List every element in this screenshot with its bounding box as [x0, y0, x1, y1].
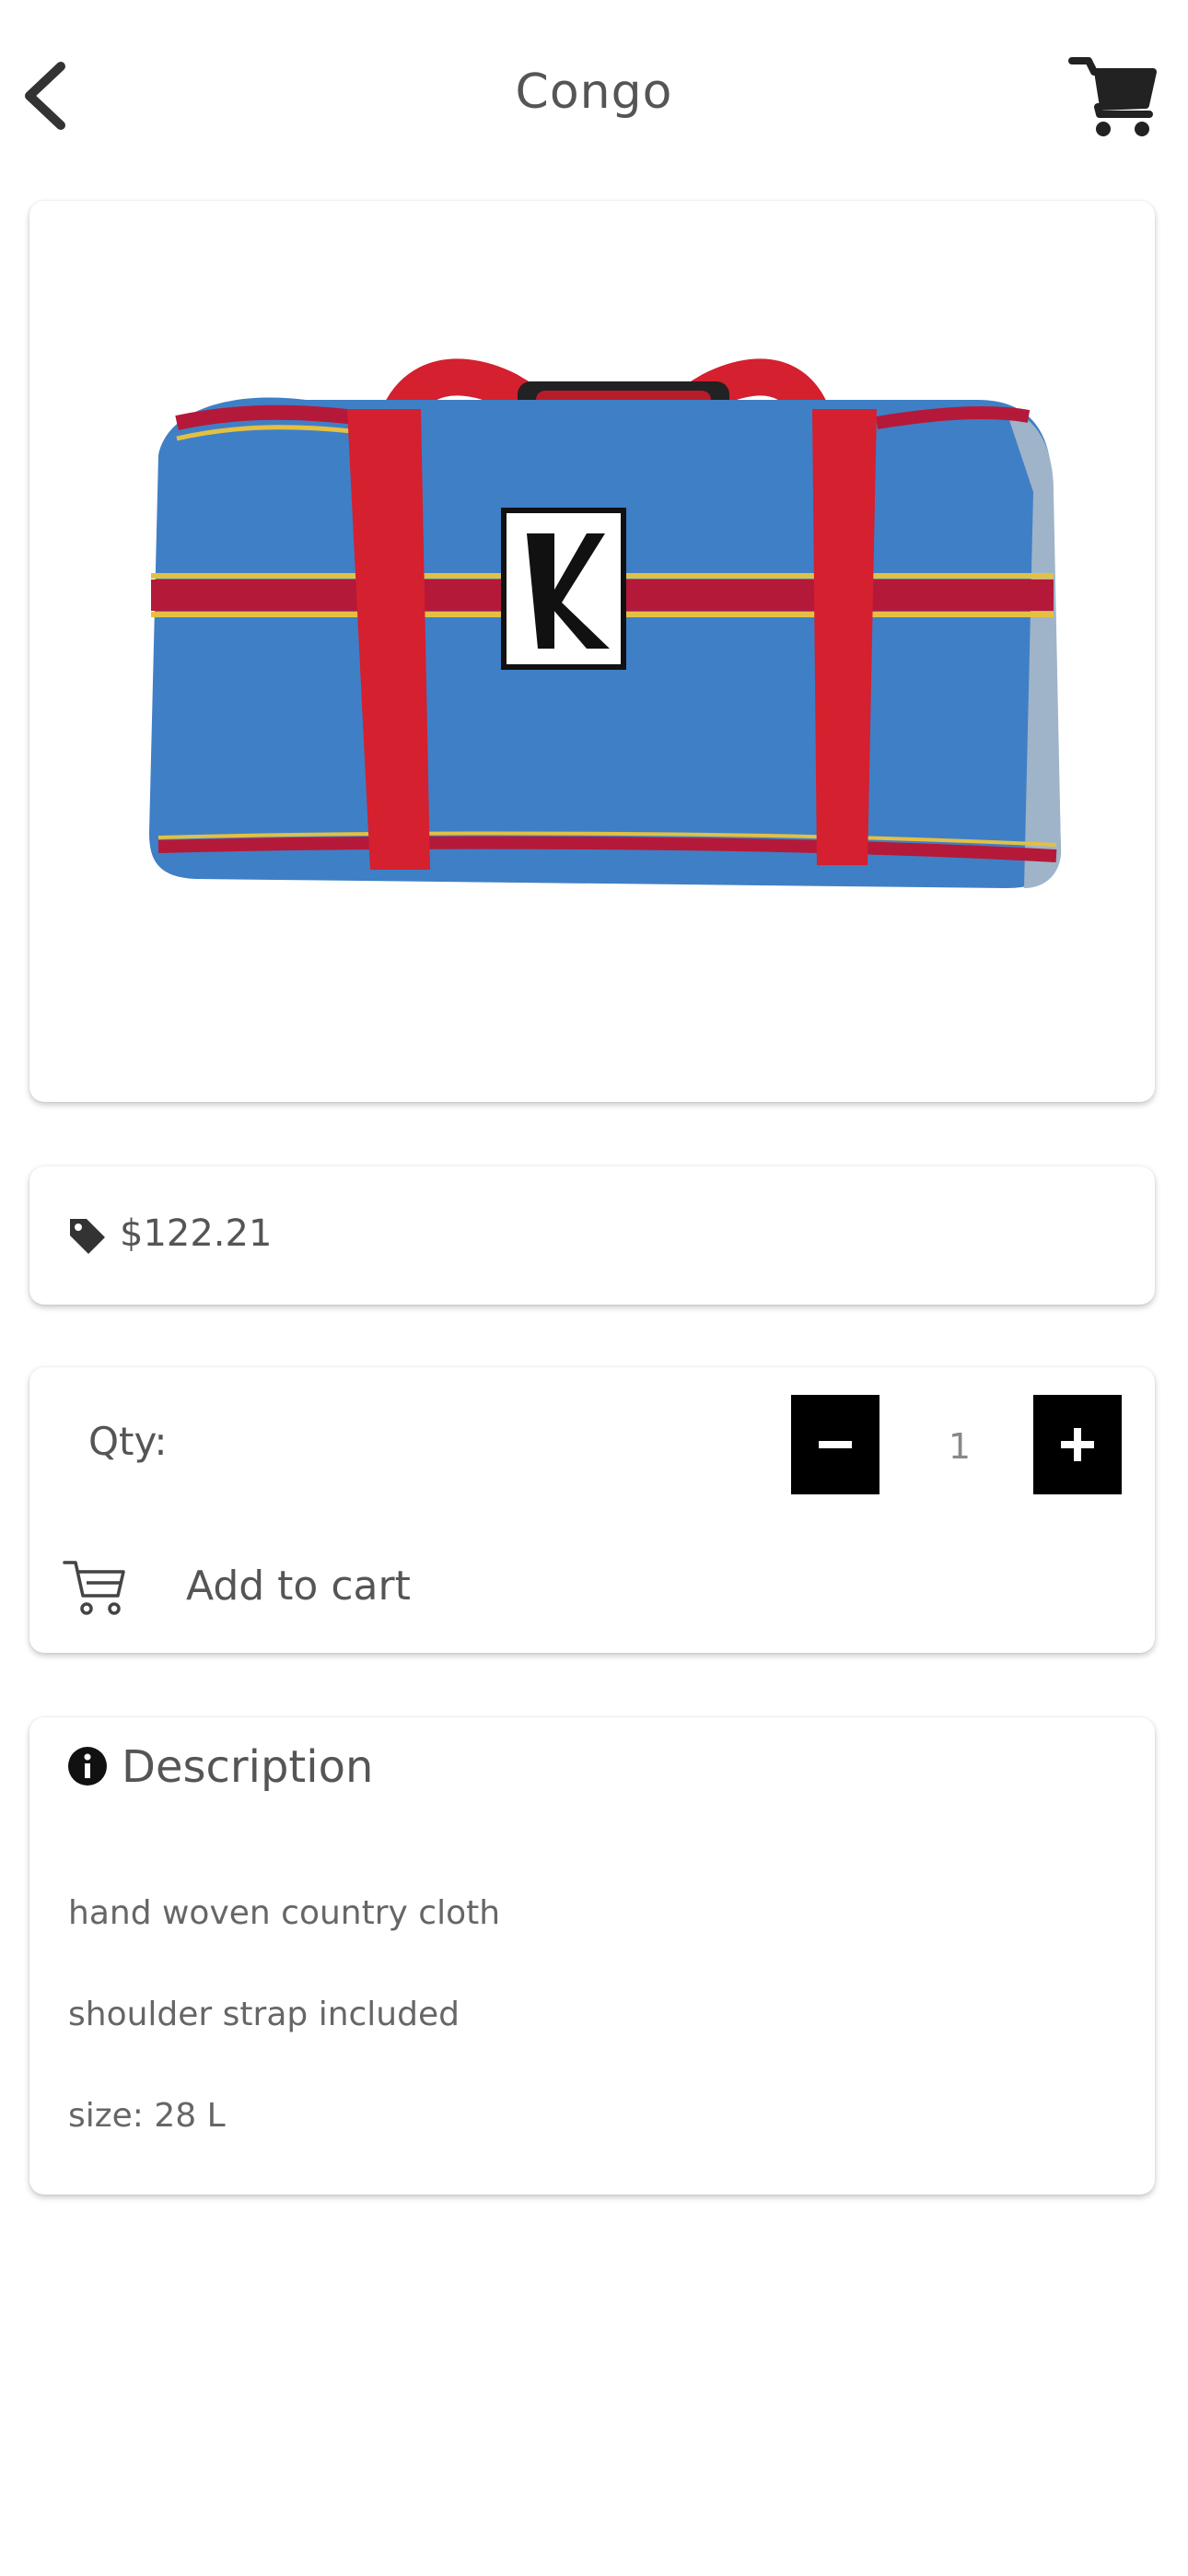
price-value: $122.21 [120, 1212, 273, 1255]
decrease-quantity-button[interactable] [791, 1395, 879, 1494]
cart-outline-icon [63, 1561, 125, 1615]
description-line: shoulder strap included [68, 1996, 460, 2033]
info-circle-icon [68, 1747, 107, 1786]
tag-icon [70, 1219, 105, 1254]
quantity-card: Qty: 1 Add to cart [29, 1367, 1155, 1653]
add-to-cart-button[interactable]: Add to cart [61, 1548, 448, 1622]
description-card: Description hand woven country cloth sho… [29, 1717, 1155, 2195]
cart-button[interactable] [1068, 53, 1160, 142]
back-button[interactable] [15, 57, 81, 135]
chevron-left-icon [25, 62, 65, 130]
add-to-cart-label: Add to cart [186, 1563, 411, 1610]
plus-icon [1061, 1428, 1094, 1461]
description-line: size: 28 L [68, 2097, 226, 2135]
product-image [149, 358, 1061, 888]
minus-icon [819, 1441, 852, 1448]
quantity-label: Qty: [88, 1419, 168, 1464]
quantity-value: 1 [948, 1426, 972, 1467]
description-line: hand woven country cloth [68, 1894, 501, 1932]
product-image-card [29, 201, 1155, 1102]
top-bar: Congo [0, 0, 1188, 198]
description-heading: Description [122, 1741, 374, 1793]
price-card: $122.21 [29, 1166, 1155, 1305]
page-title: Congo [515, 64, 673, 120]
shopping-cart-icon [1068, 57, 1157, 136]
increase-quantity-button[interactable] [1033, 1395, 1122, 1494]
